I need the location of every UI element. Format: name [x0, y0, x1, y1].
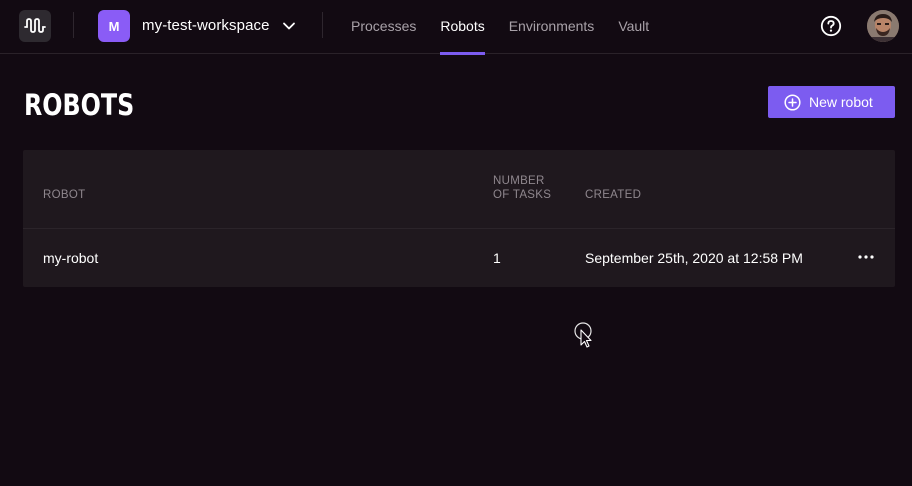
- robot-name-cell[interactable]: my-robot: [43, 250, 98, 266]
- chevron-down-icon[interactable]: [282, 19, 296, 33]
- nav-item-vault[interactable]: Vault: [618, 0, 649, 54]
- user-avatar[interactable]: [867, 10, 899, 42]
- column-header-tasks[interactable]: NUMBER OF TASKS: [493, 174, 563, 202]
- robots-table: ROBOT NUMBER OF TASKS CREATED my-robot 1…: [23, 150, 895, 287]
- top-navigation-bar: M my-test-workspace Processes Robots Env…: [0, 0, 912, 55]
- nav-item-robots[interactable]: Robots: [440, 0, 486, 55]
- app-logo-icon[interactable]: [19, 10, 51, 42]
- new-robot-button[interactable]: New robot: [768, 86, 895, 118]
- plus-circle-icon: [784, 93, 801, 111]
- page-title: ROBOTS: [24, 88, 135, 122]
- table-header: ROBOT NUMBER OF TASKS CREATED: [23, 150, 895, 229]
- workspace-avatar[interactable]: M: [98, 10, 130, 42]
- divider: [73, 12, 74, 38]
- table-row[interactable]: my-robot 1 September 25th, 2020 at 12:58…: [23, 229, 895, 287]
- created-date-cell: September 25th, 2020 at 12:58 PM: [585, 250, 803, 266]
- nav-item-processes[interactable]: Processes: [351, 0, 416, 54]
- column-header-created[interactable]: CREATED: [585, 188, 641, 202]
- main-nav: Processes Robots Environments Vault: [351, 0, 673, 55]
- workspace-name[interactable]: my-test-workspace: [142, 17, 270, 34]
- more-options-icon[interactable]: [855, 249, 877, 265]
- workspace-initial: M: [108, 18, 120, 34]
- help-circle-icon[interactable]: [820, 15, 842, 37]
- new-robot-label: New robot: [809, 94, 873, 110]
- column-header-robot[interactable]: ROBOT: [43, 188, 85, 202]
- nav-item-environments[interactable]: Environments: [509, 0, 595, 54]
- divider: [322, 12, 323, 38]
- mouse-pointer-icon: [574, 322, 592, 348]
- task-count-cell: 1: [493, 250, 501, 266]
